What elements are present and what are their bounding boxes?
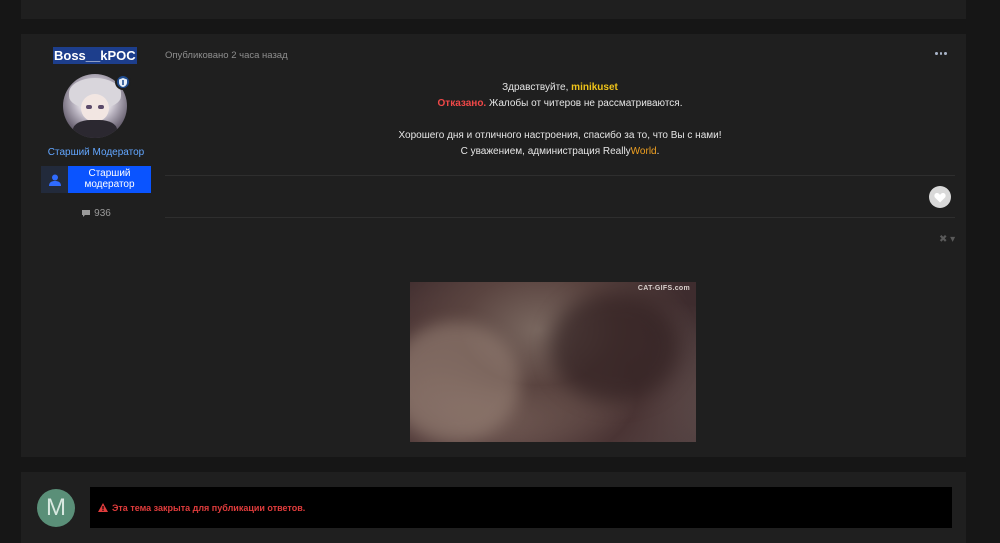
- more-options-icon[interactable]: [935, 50, 948, 56]
- previous-post-footer: [21, 0, 966, 19]
- greeting-text: Здравствуйте,: [502, 82, 569, 93]
- greeting-username: minikuset: [571, 82, 618, 93]
- topic-locked-notice: Эта тема закрыта для публикации ответов.: [90, 487, 952, 528]
- denied-reason: Жалобы от читеров не рассматриваются.: [486, 98, 683, 109]
- moderator-shield-icon: [115, 74, 131, 90]
- greeting-line: Здравствуйте, minikuset: [165, 80, 955, 96]
- author-username[interactable]: Boss__kPOC: [53, 47, 137, 64]
- signature-suffix: .: [656, 146, 660, 157]
- verdict-line: Отказано. Жалобы от читеров не рассматри…: [165, 96, 955, 112]
- signature-prefix: С уважением, администрация Really: [460, 146, 631, 157]
- post-timestamp[interactable]: Опубликовано 2 часа назад: [165, 50, 288, 61]
- role-badge: Старший модератор: [41, 166, 151, 193]
- forum-post: Boss__kPOC Старший Модератор Старший мод…: [21, 34, 966, 457]
- gif-watermark: CAT-GIFS.com: [637, 285, 690, 292]
- user-role-icon: [41, 166, 68, 193]
- author-panel: Boss__kPOC Старший Модератор Старший мод…: [21, 34, 171, 457]
- warning-icon: [98, 503, 108, 512]
- signature-brand: World: [630, 146, 657, 157]
- post-count: 936: [21, 208, 171, 219]
- hide-signature-icon[interactable]: ✖ ▾: [939, 234, 955, 245]
- post-content: Здравствуйте, minikuset Отказано. Жалобы…: [165, 80, 955, 160]
- comment-icon: [82, 210, 91, 217]
- role-badge-label: Старший модератор: [68, 166, 151, 193]
- heart-icon: [934, 192, 946, 202]
- denied-label: Отказано.: [437, 98, 487, 109]
- current-user-avatar[interactable]: M: [37, 489, 75, 527]
- author-role-title: Старший Модератор: [47, 147, 145, 158]
- locked-message: Эта тема закрыта для публикации ответов.: [112, 502, 306, 513]
- post-count-value: 936: [94, 208, 111, 219]
- signature-gif: CAT-GIFS.com: [410, 282, 696, 442]
- closing-line: Хорошего дня и отличного настроения, спа…: [398, 130, 722, 141]
- reactions-divider: [165, 217, 955, 218]
- like-button[interactable]: [929, 186, 951, 208]
- content-divider: [165, 175, 955, 176]
- reply-area: M Эта тема закрыта для публикации ответо…: [21, 472, 966, 543]
- signature-line: С уважением, администрация ReallyWorld.: [165, 144, 955, 160]
